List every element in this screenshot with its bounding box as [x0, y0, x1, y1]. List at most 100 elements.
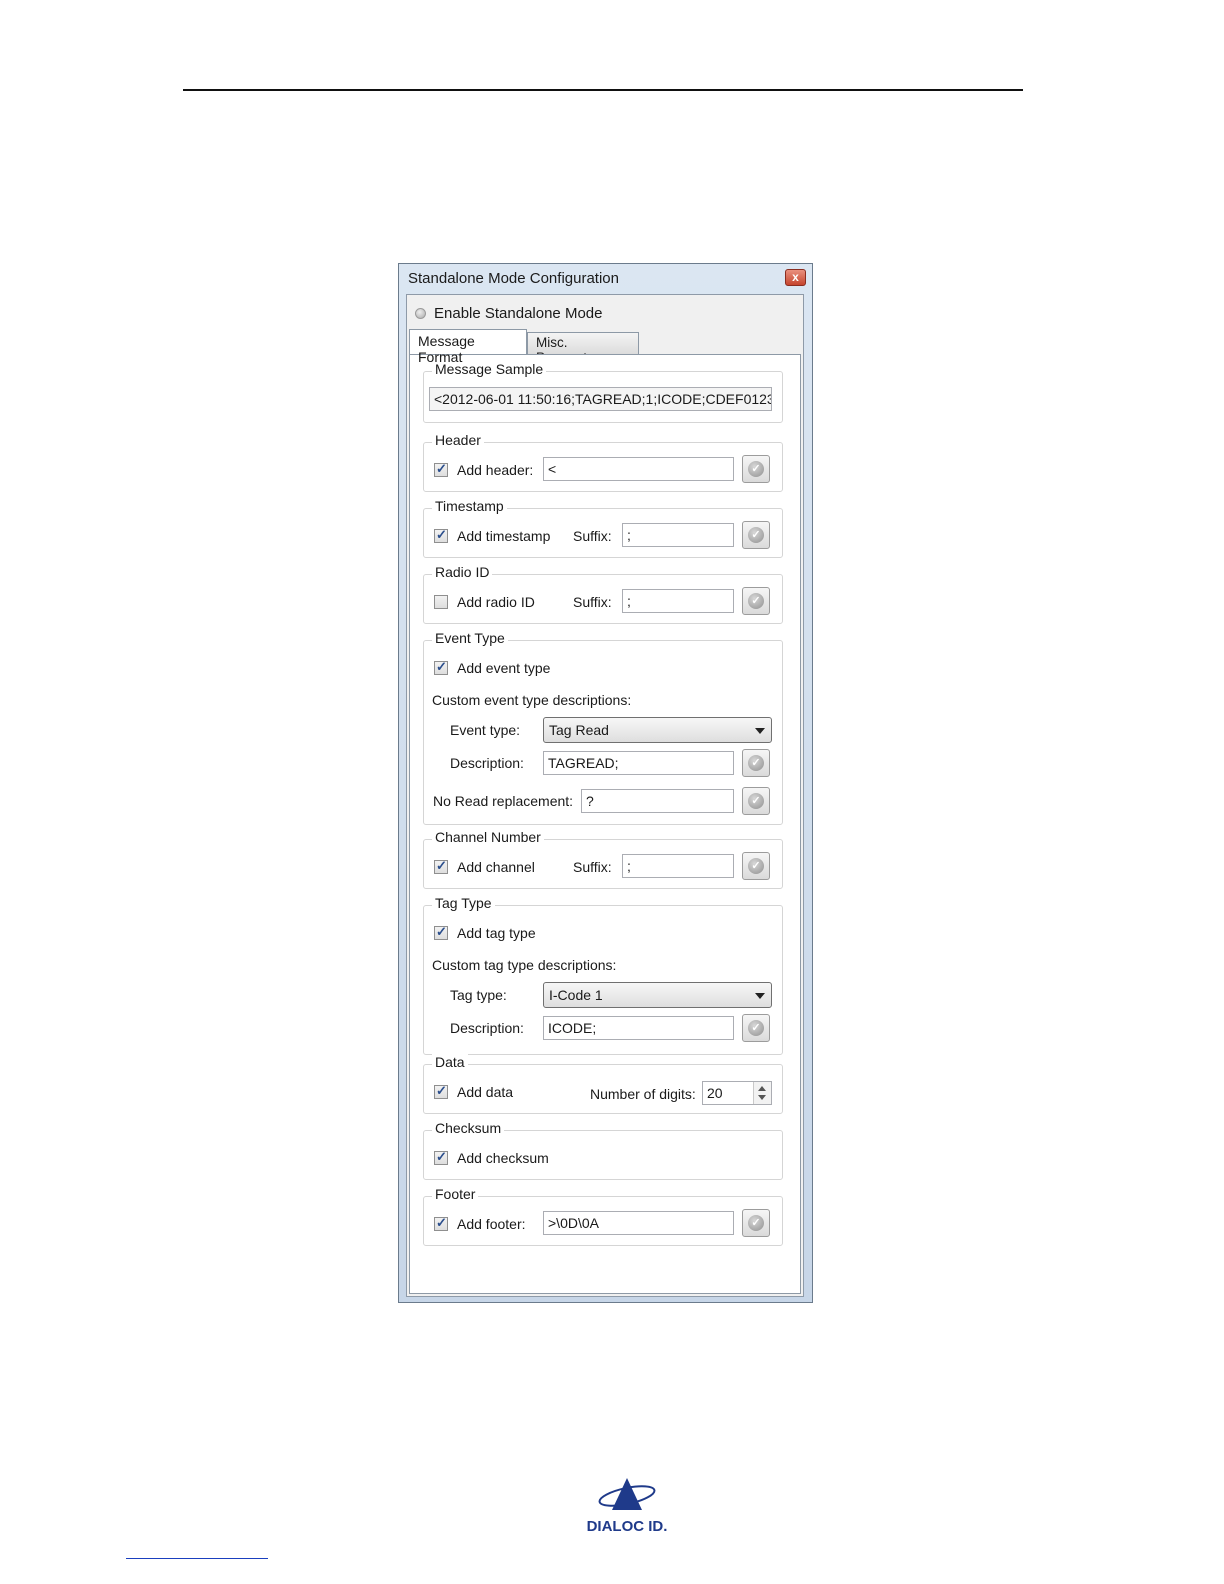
header-title: Header [432, 432, 484, 448]
no-read-replacement-input[interactable]: ? [581, 789, 734, 813]
window-client: Enable Standalone Mode Message Format Mi… [406, 294, 804, 1297]
radio-id-suffix-label: Suffix: [573, 594, 612, 610]
timestamp-title: Timestamp [432, 498, 507, 514]
checksum-title: Checksum [432, 1120, 505, 1136]
dialoc-logo: DIALOC ID. [587, 1478, 668, 1535]
radio-id-group: Radio ID Add radio ID Suffix: ; ✓ [423, 564, 783, 624]
check-circle-icon: ✓ [748, 858, 764, 874]
number-of-digits-value: 20 [707, 1085, 723, 1101]
event-type-label: Event type: [450, 722, 521, 738]
add-data-label: Add data [457, 1084, 514, 1100]
tag-description-input[interactable]: ICODE; [543, 1016, 734, 1040]
message-sample-field[interactable]: <2012-06-01 11:50:16;TAGREAD;1;ICODE;CDE… [429, 387, 772, 411]
footer-group: Footer Add footer: >\0D\0A ✓ [423, 1186, 783, 1246]
enable-standalone-label: Enable Standalone Mode [434, 304, 603, 322]
add-footer-label: Add footer: [457, 1216, 526, 1232]
radio-id-suffix-input[interactable]: ; [622, 589, 734, 613]
channel-suffix-label: Suffix: [573, 859, 612, 875]
event-description-input[interactable]: TAGREAD; [543, 751, 734, 775]
radio-id-apply-button[interactable]: ✓ [742, 587, 770, 615]
add-data-checkbox[interactable] [434, 1083, 448, 1099]
header-apply-button[interactable]: ✓ [742, 455, 770, 483]
arrow-up-icon[interactable] [758, 1086, 766, 1091]
footer-input[interactable]: >\0D\0A [543, 1211, 734, 1235]
custom-event-type-label: Custom event type descriptions: [432, 692, 632, 708]
add-timestamp-checkbox[interactable] [434, 527, 448, 543]
event-description-label: Description: [450, 755, 524, 771]
timestamp-group: Timestamp Add timestamp Suffix: ; ✓ [423, 498, 783, 558]
check-circle-icon: ✓ [748, 793, 764, 809]
arrow-down-icon[interactable] [758, 1095, 766, 1100]
number-of-digits-label: Number of digits: [590, 1086, 696, 1102]
standalone-config-window: Standalone Mode Configuration x Enable S… [398, 263, 813, 1303]
chevron-down-icon [755, 728, 765, 734]
tag-description-label: Description: [450, 1020, 524, 1036]
check-circle-icon: ✓ [748, 593, 764, 609]
add-channel-checkbox[interactable] [434, 858, 448, 874]
header-group: Header Add header: < ✓ [423, 432, 783, 492]
check-circle-icon: ✓ [748, 755, 764, 771]
channel-number-title: Channel Number [432, 829, 544, 845]
event-description-apply-button[interactable]: ✓ [742, 749, 770, 777]
channel-apply-button[interactable]: ✓ [742, 852, 770, 880]
event-type-group: Event Type Add event type Custom event t… [423, 630, 783, 825]
bottom-link-rule [126, 1558, 268, 1559]
add-checksum-label: Add checksum [457, 1150, 549, 1166]
no-read-replacement-label: No Read replacement: [433, 793, 574, 809]
add-header-label: Add header: [457, 462, 534, 478]
tag-type-group: Tag Type Add tag type Custom tag type de… [423, 895, 783, 1055]
event-type-select[interactable]: Tag Read [543, 717, 772, 743]
event-type-title: Event Type [432, 630, 508, 646]
add-channel-label: Add channel [457, 859, 535, 875]
window-title: Standalone Mode Configuration [408, 270, 619, 287]
add-checksum-checkbox[interactable] [434, 1149, 448, 1165]
stepper-buttons[interactable] [753, 1082, 771, 1104]
timestamp-suffix-input[interactable]: ; [622, 523, 734, 547]
custom-tag-type-label: Custom tag type descriptions: [432, 957, 617, 973]
enable-standalone-row[interactable]: Enable Standalone Mode [415, 303, 602, 323]
checksum-group: Checksum Add checksum [423, 1120, 783, 1180]
footer-apply-button[interactable]: ✓ [742, 1209, 770, 1237]
data-title: Data [432, 1054, 468, 1070]
event-type-value: Tag Read [549, 722, 609, 738]
header-input[interactable]: < [543, 457, 734, 481]
add-tag-type-label: Add tag type [457, 925, 536, 941]
add-radio-id-label: Add radio ID [457, 594, 535, 610]
message-sample-group: Message Sample <2012-06-01 11:50:16;TAGR… [423, 361, 783, 423]
check-circle-icon: ✓ [748, 527, 764, 543]
no-read-apply-button[interactable]: ✓ [742, 787, 770, 815]
tag-description-apply-button[interactable]: ✓ [742, 1014, 770, 1042]
check-circle-icon: ✓ [748, 461, 764, 477]
add-tag-type-checkbox[interactable] [434, 924, 448, 940]
channel-suffix-input[interactable]: ; [622, 854, 734, 878]
add-header-checkbox[interactable] [434, 461, 448, 477]
add-footer-checkbox[interactable] [434, 1215, 448, 1231]
data-group: Data Add data Number of digits: 20 [423, 1054, 783, 1114]
tab-message-format[interactable]: Message Format [409, 329, 527, 365]
logo-text: DIALOC ID. [587, 1518, 668, 1535]
add-event-type-label: Add event type [457, 660, 551, 676]
message-format-page: Message Sample <2012-06-01 11:50:16;TAGR… [409, 354, 801, 1294]
top-rule [183, 89, 1023, 91]
radio-id-title: Radio ID [432, 564, 493, 580]
close-icon: x [792, 270, 799, 284]
chevron-down-icon [755, 993, 765, 999]
tab-misc-parameters[interactable]: Misc. Parameters [527, 332, 639, 365]
timestamp-suffix-label: Suffix: [573, 528, 612, 544]
title-bar[interactable]: Standalone Mode Configuration x [399, 264, 812, 294]
enable-standalone-radio[interactable] [415, 307, 426, 319]
tag-type-label: Tag type: [450, 987, 507, 1003]
tag-type-select[interactable]: I-Code 1 [543, 982, 772, 1008]
number-of-digits-stepper[interactable]: 20 [702, 1081, 772, 1105]
add-timestamp-label: Add timestamp [457, 528, 551, 544]
add-radio-id-checkbox[interactable] [434, 595, 448, 609]
check-circle-icon: ✓ [748, 1215, 764, 1231]
channel-number-group: Channel Number Add channel Suffix: ; ✓ [423, 829, 783, 889]
tag-type-title: Tag Type [432, 895, 495, 911]
close-button[interactable]: x [785, 269, 806, 286]
footer-title: Footer [432, 1186, 479, 1202]
add-event-type-checkbox[interactable] [434, 659, 448, 675]
check-circle-icon: ✓ [748, 1020, 764, 1036]
tag-type-value: I-Code 1 [549, 987, 603, 1003]
timestamp-apply-button[interactable]: ✓ [742, 521, 770, 549]
